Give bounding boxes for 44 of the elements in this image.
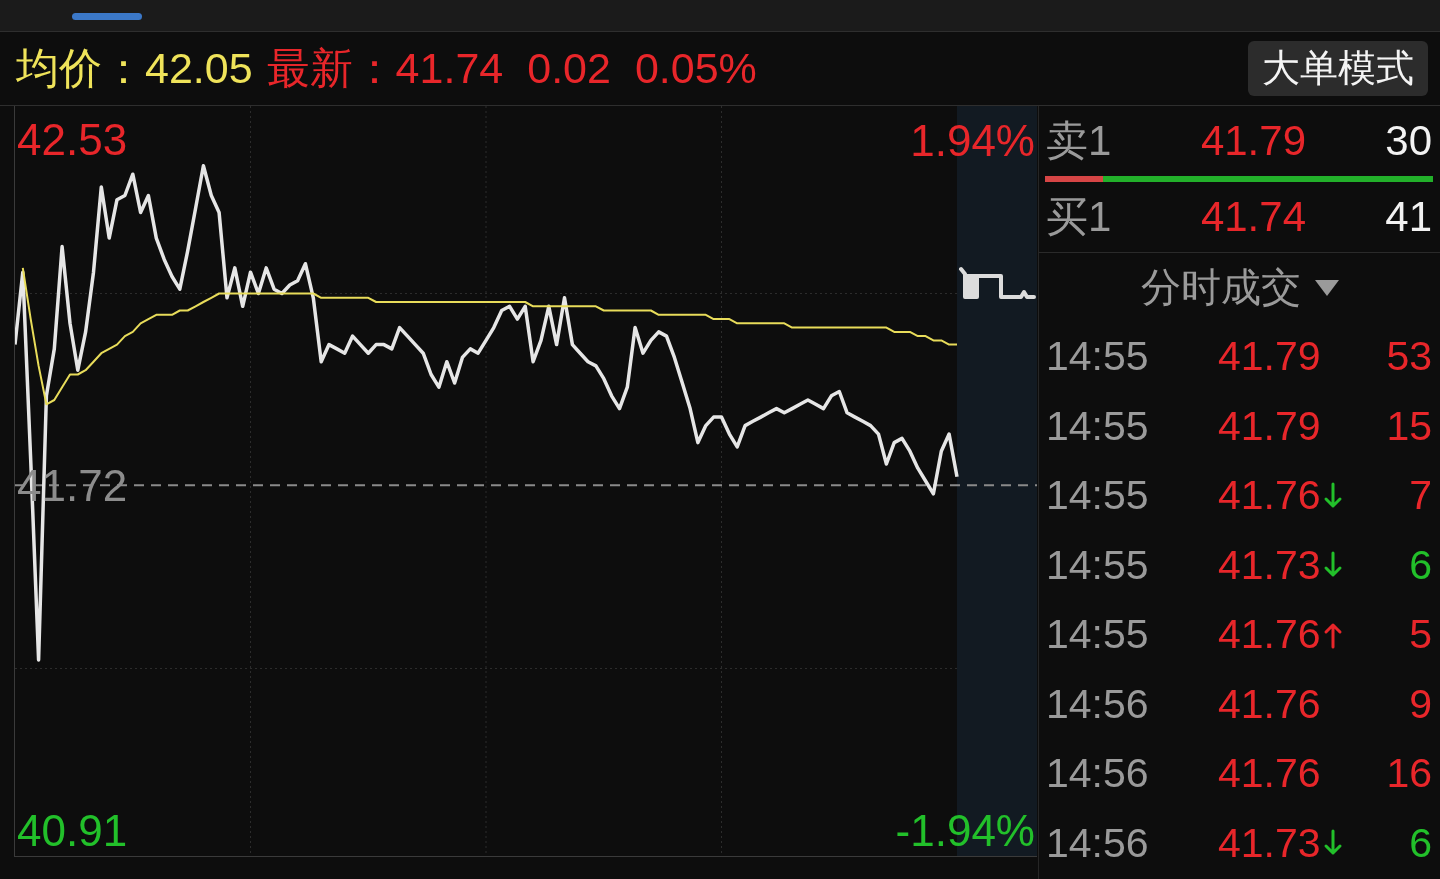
- price-axis-label: 42.53: [17, 115, 128, 165]
- percent-axis-label: -1.94%: [895, 806, 1035, 855]
- ask-volume: 30: [1385, 117, 1432, 165]
- avg-price-value: 42.05: [145, 44, 253, 93]
- trade-time: 14:55: [1046, 472, 1150, 520]
- trade-price: 41.76: [1218, 472, 1321, 520]
- tab-indicator: [72, 13, 142, 20]
- ask-level-label: 卖1: [1046, 116, 1113, 166]
- bid-volume: 41: [1385, 193, 1432, 241]
- trade-price: 41.76: [1218, 611, 1321, 659]
- trade-time: 14:55: [1046, 402, 1150, 450]
- trade-price: 41.73: [1218, 541, 1321, 589]
- trade-view-dropdown[interactable]: 分时成交: [1140, 260, 1339, 315]
- percent-axis-label: 1.94%: [910, 116, 1035, 165]
- trade-volume: 6: [1409, 819, 1432, 867]
- latest-price-value: 41.74: [395, 44, 504, 93]
- bid-price: 41.74: [1200, 193, 1306, 241]
- ask-price: 41.79: [1200, 117, 1306, 165]
- trade-time: 14:55: [1046, 333, 1150, 381]
- trade-volume: 6: [1409, 541, 1432, 589]
- bid-level-label: 买1: [1046, 192, 1113, 242]
- trade-volume: 5: [1409, 611, 1432, 659]
- trade-volume: 9: [1409, 680, 1432, 728]
- latest-price-label: 最新：: [266, 42, 396, 94]
- trade-time: 14:56: [1046, 750, 1150, 798]
- trade-volume: 7: [1409, 472, 1432, 520]
- trade-time: 14:55: [1046, 541, 1150, 589]
- trade-volume: 53: [1386, 333, 1432, 381]
- trade-price: 41.76: [1218, 750, 1321, 798]
- avg-price-label: 均价：: [16, 42, 145, 94]
- caret-down-icon: [1314, 279, 1339, 296]
- percent-change-value: 0.05%: [634, 44, 757, 93]
- trade-time: 14:56: [1046, 680, 1150, 728]
- price-axis-label: 40.91: [17, 805, 128, 855]
- trade-time: 14:55: [1046, 611, 1150, 659]
- trade-volume: 16: [1386, 750, 1432, 798]
- trade-price: 41.79: [1218, 333, 1321, 381]
- big-order-mode-button[interactable]: 大单模式: [1248, 41, 1428, 96]
- trade-price: 41.76: [1218, 680, 1321, 728]
- trade-price: 41.79: [1218, 402, 1321, 450]
- price-change-value: 0.02: [527, 44, 611, 93]
- trade-price: 41.73: [1218, 819, 1321, 867]
- trade-volume: 15: [1386, 402, 1432, 450]
- trade-time: 14:56: [1046, 819, 1150, 867]
